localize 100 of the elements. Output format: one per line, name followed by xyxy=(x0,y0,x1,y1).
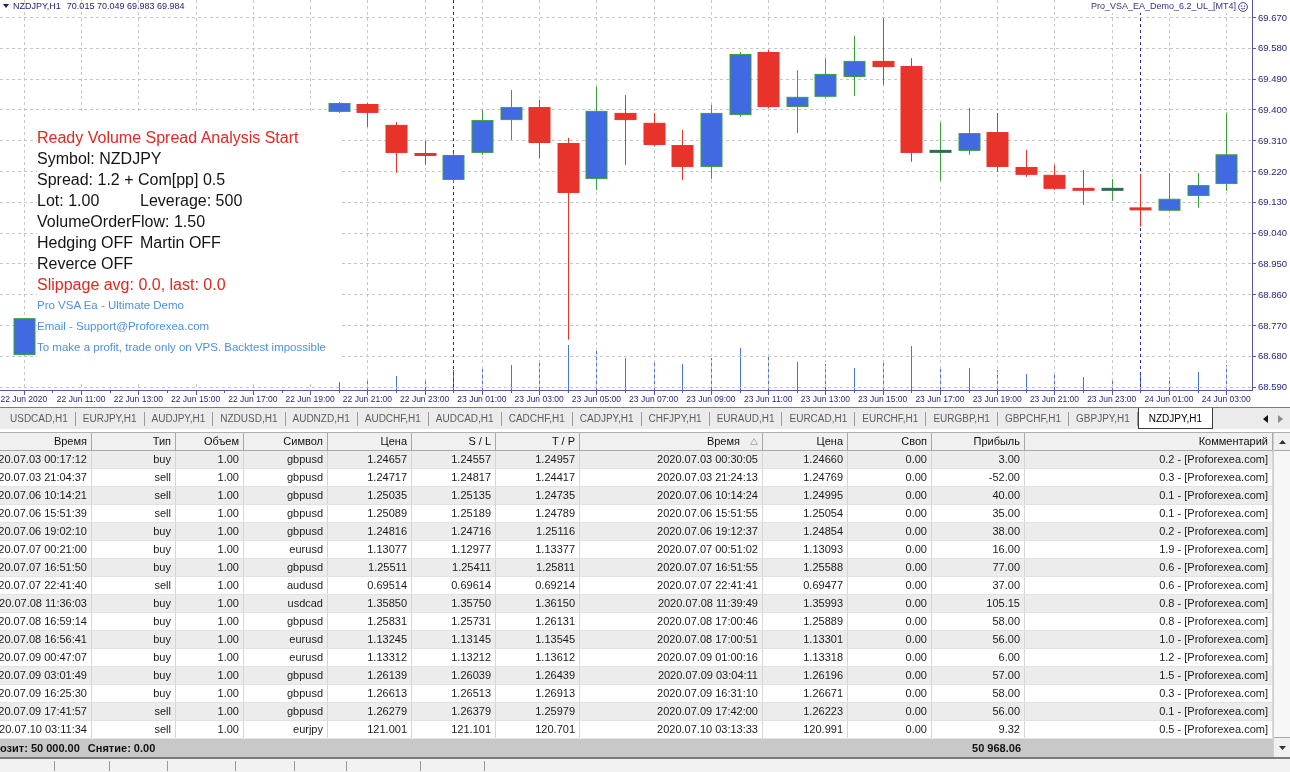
info-text: Leverage: 500 xyxy=(140,191,243,211)
table-cell: 1.25979 xyxy=(496,703,580,720)
time-label: 23 Jun 13:00 xyxy=(800,394,850,404)
table-cell: 1.25189 xyxy=(412,505,496,522)
column-header[interactable]: Время xyxy=(0,433,92,451)
table-cell: 58.00 xyxy=(932,685,1025,702)
table-cell: 1.26279 xyxy=(328,703,412,720)
chart-tab[interactable]: CADCHF,H1 xyxy=(501,411,573,426)
table-cell: 1.24816 xyxy=(328,523,412,540)
table-cell: 1.13145 xyxy=(412,631,496,648)
chart-tab[interactable]: AUDCAD,H1 xyxy=(428,411,502,426)
table-cell: buy xyxy=(92,523,176,540)
price-label: 69.670 xyxy=(1258,11,1288,23)
table-cell: audusd xyxy=(244,577,328,594)
table-cell: 1.13545 xyxy=(496,631,580,648)
column-header[interactable]: Время xyxy=(580,433,763,451)
candle xyxy=(1129,173,1152,227)
table-cell: 2020.07.08 17:00:46 xyxy=(580,613,763,630)
table-cell: gbpusd xyxy=(244,505,328,522)
table-cell: 20.07.10 03:11:34 xyxy=(0,721,92,738)
table-cell: 0.00 xyxy=(848,685,932,702)
chart-tab[interactable]: CADJPY,H1 xyxy=(572,411,642,426)
column-header[interactable]: T / P xyxy=(496,433,580,451)
table-cell: 0.00 xyxy=(848,505,932,522)
info-text: Slippage avg: 0.0, last: 0.0 xyxy=(37,275,226,295)
price-label: 68.770 xyxy=(1258,319,1288,331)
table-cell: 1.26379 xyxy=(412,703,496,720)
chart-tab[interactable]: NZDJPY,H1 xyxy=(1137,408,1213,429)
column-header[interactable]: Прибыль xyxy=(932,433,1025,451)
chart-tab[interactable]: EURGBP,H1 xyxy=(926,411,998,426)
chart-tab[interactable]: NZDUSD,H1 xyxy=(213,411,286,426)
price-label: 68.860 xyxy=(1258,288,1288,300)
info-text: VolumeOrderFlow: 1.50 xyxy=(37,212,206,232)
scrollbar[interactable] xyxy=(1273,433,1290,757)
column-header[interactable]: Символ xyxy=(244,433,328,451)
table-cell: 56.00 xyxy=(932,631,1025,648)
chart-tab[interactable]: EURAUD,H1 xyxy=(709,411,783,426)
table-cell: 0.00 xyxy=(848,613,932,630)
table-cell: sell xyxy=(92,469,176,486)
chart-symbol: NZDJPY,H1 xyxy=(13,0,61,12)
column-header[interactable]: Тип xyxy=(92,433,176,451)
column-header[interactable]: S / L xyxy=(412,433,496,451)
chart-tab[interactable]: AUDCHF,H1 xyxy=(357,411,429,426)
chart-tab[interactable]: EURJPY,H1 xyxy=(75,411,145,426)
table-cell: sell xyxy=(92,721,176,738)
table-cell: 1.00 xyxy=(176,451,244,468)
table-cell: 0.00 xyxy=(848,451,932,468)
chart-tab[interactable]: EURCAD,H1 xyxy=(782,411,856,426)
table-cell: gbpusd xyxy=(244,613,328,630)
table-cell: gbpusd xyxy=(244,469,328,486)
price-label: 69.400 xyxy=(1258,103,1288,115)
table-cell: 1.35993 xyxy=(763,595,848,612)
table-cell: 1.24769 xyxy=(763,469,848,486)
table-cell: 1.00 xyxy=(176,721,244,738)
chart-tab[interactable]: GBPJPY,H1 xyxy=(1069,411,1138,426)
chart-tab[interactable]: GBPCHF,H1 xyxy=(997,411,1070,426)
table-cell: 1.25054 xyxy=(763,505,848,522)
chart-tab[interactable]: AUDJPY,H1 xyxy=(144,411,214,426)
table-cell: 1.26131 xyxy=(496,613,580,630)
table-cell: gbpusd xyxy=(244,667,328,684)
price-label: 69.580 xyxy=(1258,42,1288,54)
chart-tab[interactable]: AUDNZD,H1 xyxy=(285,411,358,426)
scroll-up-icon[interactable] xyxy=(1278,439,1286,444)
time-label: 22 Jun 17:00 xyxy=(228,394,278,404)
candle xyxy=(1043,164,1066,191)
table-cell: buy xyxy=(92,595,176,612)
table-cell: 0.00 xyxy=(848,469,932,486)
table-cell: 35.00 xyxy=(932,505,1025,522)
column-header[interactable]: Объем xyxy=(176,433,244,451)
table-cell: 1.25889 xyxy=(763,613,848,630)
time-label: 23 Jun 15:00 xyxy=(858,394,908,404)
table-cell: 1.26196 xyxy=(763,667,848,684)
table-cell: 1.26223 xyxy=(763,703,848,720)
info-text: Email - Support@Proforexea.com xyxy=(37,319,210,334)
scroll-down-icon[interactable] xyxy=(1278,745,1286,750)
footer-text: Снятие: 0.00 xyxy=(87,740,156,756)
column-header[interactable]: Цена xyxy=(763,433,848,451)
table-cell: 1.26513 xyxy=(412,685,496,702)
smiley-icon xyxy=(1238,1,1248,12)
triangle-down-icon[interactable] xyxy=(3,4,9,8)
time-label: 22 Jun 11:00 xyxy=(56,394,106,404)
table-cell: buy xyxy=(92,685,176,702)
chart-tab[interactable]: USDCAD,H1 xyxy=(3,411,76,426)
table-cell: 1.25731 xyxy=(412,613,496,630)
info-text: Martin OFF xyxy=(140,233,221,253)
table-cell: 3.00 xyxy=(932,451,1025,468)
chart-tab[interactable]: CHFJPY,H1 xyxy=(641,411,710,426)
chart-tab[interactable]: EURCHF,H1 xyxy=(855,411,927,426)
table-cell: 2020.07.07 22:41:41 xyxy=(580,577,763,594)
table-cell: sell xyxy=(92,487,176,504)
table-cell: -52.00 xyxy=(932,469,1025,486)
column-header[interactable]: Цена xyxy=(328,433,412,451)
table-cell: 1.24657 xyxy=(328,451,412,468)
time-label: 22 Jun 19:00 xyxy=(285,394,335,404)
caret-left-icon[interactable] xyxy=(1263,414,1268,423)
table-cell: gbpusd xyxy=(244,523,328,540)
column-header[interactable]: Своп xyxy=(848,433,932,451)
caret-right-icon[interactable] xyxy=(1278,414,1283,423)
column-header[interactable]: Комментарий xyxy=(1025,433,1273,451)
table-cell: 121.101 xyxy=(412,721,496,738)
